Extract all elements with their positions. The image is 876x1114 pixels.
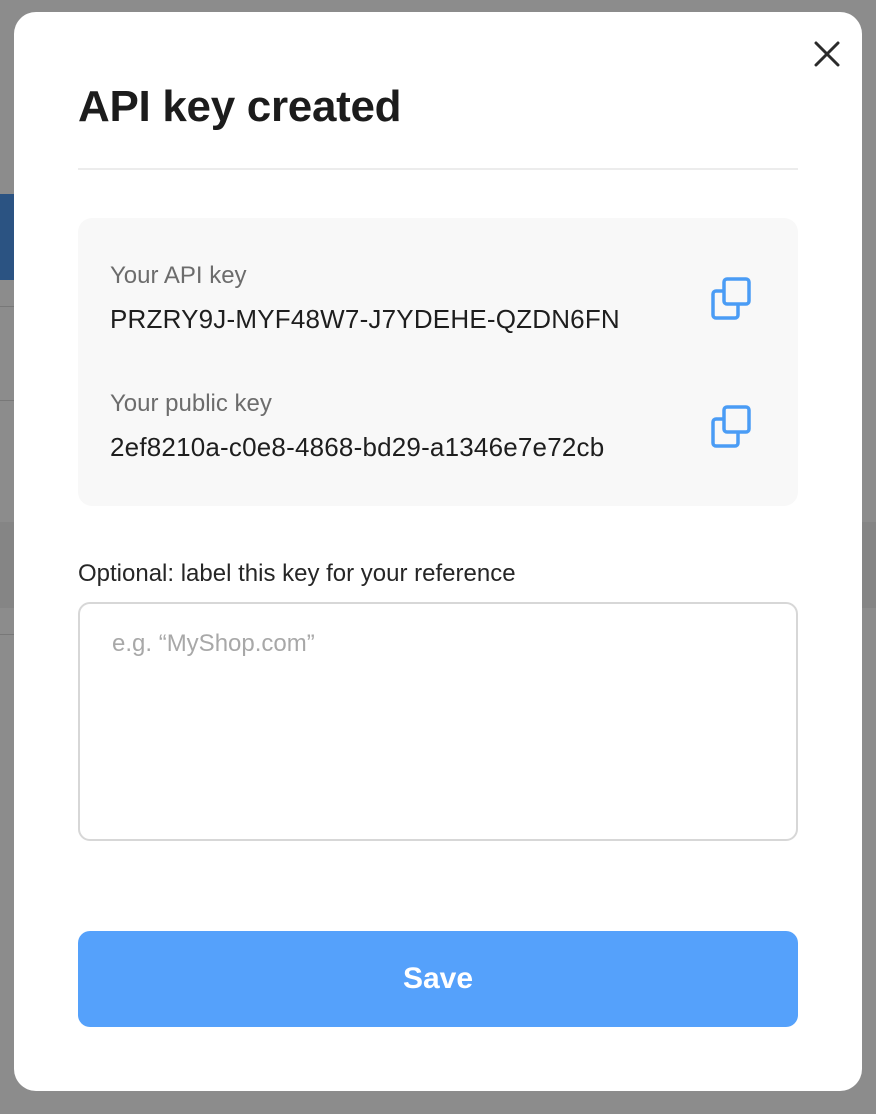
close-icon — [814, 41, 840, 67]
label-field-prompt: Optional: label this key for your refere… — [78, 560, 516, 587]
save-button[interactable]: Save — [78, 931, 798, 1027]
key-label-input[interactable] — [78, 602, 798, 841]
api-key-created-dialog: API key created Your API key PRZRY9J-MYF… — [14, 12, 862, 1091]
copy-public-key-button[interactable] — [710, 404, 754, 450]
copy-api-key-button[interactable] — [710, 276, 754, 322]
keys-card: Your API key PRZRY9J-MYF48W7-J7YDEHE-QZD… — [78, 218, 798, 506]
public-key-value[interactable]: 2ef8210a-c0e8-4868-bd29-a1346e7e72cb — [110, 432, 604, 463]
title-divider — [78, 168, 798, 170]
copy-icon — [711, 405, 751, 448]
api-key-label: Your API key — [110, 262, 247, 289]
public-key-label: Your public key — [110, 390, 272, 417]
api-key-value[interactable]: PRZRY9J-MYF48W7-J7YDEHE-QZDN6FN — [110, 304, 620, 335]
close-button[interactable] — [812, 39, 842, 69]
copy-icon — [711, 277, 751, 320]
dialog-title: API key created — [78, 82, 402, 131]
